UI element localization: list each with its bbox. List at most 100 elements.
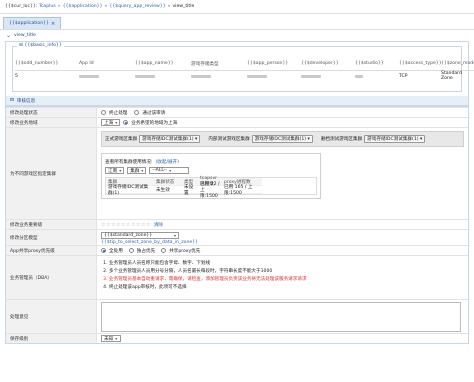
- basic-info-grid: {{$odd_number}} App Id {{$app_name}} 游戏存…: [13, 47, 474, 81]
- breadcrumb-app-name-link[interactable]: {{$application}}: [63, 4, 103, 9]
- basic-info-fieldset: ⊟ {{$basic_info}} {{$odd_number}} App Id…: [12, 43, 474, 92]
- cluster-filter-region-value: 江南: [108, 168, 118, 174]
- basic-info-legend-text: {{$basic_info}}: [24, 43, 62, 48]
- row-zone-model: 修改分区模型 {{$standard_zone}} ▾ {{$tip_to_sel…: [6, 229, 468, 245]
- chevron-down-icon: ▾: [195, 136, 198, 142]
- proxy-radio-shared[interactable]: [161, 248, 167, 253]
- row-priority: 保存级别 未知 ▾: [6, 333, 468, 343]
- chevron-down-icon: ▾: [115, 336, 118, 341]
- chevron-down-icon[interactable]: ⌄: [6, 32, 11, 39]
- value-access-type: TCP: [399, 73, 408, 79]
- proxy-label: App共享proxy优先级: [6, 246, 97, 255]
- dba-note-warning: 业务管理员基本自动重请求，需确保，请检查，添加管理员负责该业务将无法处理该服务请…: [109, 276, 307, 284]
- status-radio-stop[interactable]: [101, 110, 106, 115]
- dba-note: 业务管理员人员名称只能包含字母、数字、下划线: [109, 260, 307, 268]
- status-opt-approve: 通过该审请: [142, 110, 166, 116]
- header-access-type: {{$access_type}}: [399, 61, 442, 71]
- priority-label: 保存级别: [6, 334, 97, 343]
- value-zone-model: Standard Zone: [441, 71, 462, 81]
- header-app-id: App Id: [79, 61, 135, 71]
- table-cell: 游戏存储IDC测试集群(1): [106, 185, 154, 196]
- basic-info-section: ⊟ {{$basic_info}} {{$odd_number}} App Id…: [5, 41, 474, 107]
- table-cell: 未生效: [154, 186, 182, 194]
- cluster-g2-select[interactable]: 游戏存储IDC测试集群(1) ▾: [251, 135, 313, 143]
- header-app-person: {{$app_person}}: [247, 61, 301, 71]
- proxy-opt-all: 全处用: [109, 248, 123, 254]
- header-studio: {{$studio}}: [355, 61, 399, 71]
- chevron-down-icon: ▾: [115, 120, 118, 125]
- status-opt-stop: 终止处理: [109, 110, 128, 116]
- tab-strip: {{$application}} ×: [0, 14, 474, 30]
- chevron-down-icon: ▾: [169, 168, 172, 173]
- proxy-opt-exclusive: 独占优先: [136, 248, 156, 254]
- review-section-header[interactable]: ⊟ 审核信息: [6, 96, 468, 106]
- close-icon[interactable]: ×: [51, 21, 55, 27]
- cluster-label: 为不同游戏区指定集群: [6, 128, 97, 219]
- value-studio: [355, 71, 399, 81]
- breadcrumb-review-link[interactable]: {{$query_app_review}}: [109, 4, 165, 9]
- zone-model-select-value: {{$standard_zone}}: [104, 233, 153, 238]
- dba-notes: 业务管理员人员名称只能包含字母、数字、下划线 多个业务管理员人员用分号分隔，人员…: [101, 260, 307, 292]
- header-app-name: {{$app_name}}: [135, 61, 191, 71]
- region-label: 修改业务地域: [6, 118, 97, 127]
- cluster-g1-label: 正式游戏区集群: [105, 137, 138, 142]
- cluster-g1-value: 游戏存储IDC测试集群(1): [142, 137, 194, 142]
- tab-label: {{$application}}: [9, 21, 49, 26]
- cluster-filter-type[interactable]: 集群 ▾: [127, 167, 147, 174]
- region-radio[interactable]: [123, 120, 129, 125]
- chevron-down-icon: ▾: [420, 136, 423, 142]
- cluster-usage-table: 集群 集群状态 类型 tcapsvr进程数 proxy进程数 游戏存储IDC测试…: [105, 176, 317, 199]
- breadcrumb-app-link[interactable]: Tcaplus: [39, 4, 56, 9]
- cluster-g2-label: 内部测试游戏区集群: [208, 137, 250, 142]
- zone-model-tip-link[interactable]: {{$tip_to_select_zone_by_data_in_zone}}: [101, 240, 198, 245]
- value-app-person: [247, 71, 301, 81]
- table-cell: 已用 22 / 上限:1500: [198, 182, 222, 199]
- row-importance: 修改业务重要级 ☆☆☆☆☆☆☆☆☆☆ 清除: [6, 219, 468, 229]
- row-proxy: App共享proxy优先级 全处用 独占优先 共享proxy优先: [6, 245, 468, 255]
- collapse-icon[interactable]: ⊟: [19, 43, 23, 48]
- region-hint: 业务希望的地域为上海: [131, 120, 178, 126]
- status-radio-approve[interactable]: [134, 110, 140, 115]
- breadcrumb-location: {{$cur_loc}}:: [5, 4, 38, 9]
- chevron-down-icon: ▾: [141, 168, 144, 173]
- row-cluster: 为不同游戏区指定集群 正式游戏区集群 游戏存储IDC测试集群(1) ▾ 内部测试游…: [6, 127, 468, 219]
- cluster-filter-region[interactable]: 江南 ▾: [105, 167, 125, 174]
- basic-info-legend: ⊟ {{$basic_info}}: [17, 43, 64, 48]
- proxy-opt-shared: 共享proxy优先: [169, 248, 201, 254]
- value-odd-number: 5: [15, 73, 18, 79]
- priority-select[interactable]: 未知 ▾: [101, 335, 121, 342]
- cluster-filter-all[interactable]: --ALL-- ▾: [149, 167, 190, 174]
- importance-stars[interactable]: ☆☆☆☆☆☆☆☆☆☆: [101, 222, 151, 228]
- table-cell: 未设置: [182, 185, 198, 196]
- cluster-g1-select[interactable]: 游戏存储IDC测试集群(1) ▾: [139, 135, 201, 143]
- cluster-usage-toggle-link[interactable]: (收起/展开): [156, 159, 180, 165]
- remark-textarea[interactable]: [101, 301, 461, 332]
- header-developer: {{$developer}}: [301, 61, 355, 71]
- zone-model-select[interactable]: {{$standard_zone}} ▾: [101, 232, 179, 239]
- proxy-radio-exclusive[interactable]: [128, 248, 134, 253]
- dba-note: 终止处理该app审核时，此项可不选择: [109, 284, 307, 292]
- page-title: view_title: [14, 33, 36, 38]
- cluster-g3-label: 删档测试游戏区集群: [320, 137, 363, 142]
- table-cell: 已用 165 / 上限:1500: [222, 185, 262, 196]
- region-select[interactable]: 上海 ▾: [101, 119, 121, 126]
- collapse-icon[interactable]: ⊟: [10, 98, 14, 103]
- proxy-radio-all[interactable]: [101, 248, 106, 253]
- table-header: 集群状态: [154, 178, 182, 186]
- cluster-filter-all-value: --ALL--: [152, 168, 168, 173]
- tab-application[interactable]: {{$application}} ×: [3, 17, 62, 29]
- priority-select-value: 未知: [104, 336, 114, 342]
- row-status: 修改处理状态 终止处理 通过该审请: [6, 107, 468, 117]
- value-app-name: [135, 71, 191, 81]
- cluster-g3-select[interactable]: 游戏存储IDC测试集群(1) ▾: [364, 135, 426, 143]
- page-title-row: ⌄ view_title: [0, 30, 474, 41]
- review-form: 修改处理状态 终止处理 通过该审请 修改业务地域 上海 ▾ 业务希望的地域为上海 …: [5, 107, 469, 344]
- value-storage-type: [191, 71, 247, 81]
- cluster-usage-panel: 查看所有集群使用情况: (收起/展开) 江南 ▾ 集群 ▾ --ALL-- ▾ 集群 …: [101, 153, 321, 199]
- dba-note: 多个业务管理员人员用分号分隔，人员名最长每段时，字符串长度不能大于1000: [109, 268, 307, 276]
- row-dba: 业务管理员（DBA） 业务管理员人员名称只能包含字母、数字、下划线 多个业务管理…: [6, 255, 468, 299]
- row-region: 修改业务地域 上海 ▾ 业务希望的地域为上海: [6, 117, 468, 127]
- importance-clear-link[interactable]: 清除: [154, 222, 163, 228]
- value-developer: [301, 71, 355, 81]
- status-label: 修改处理状态: [6, 108, 97, 117]
